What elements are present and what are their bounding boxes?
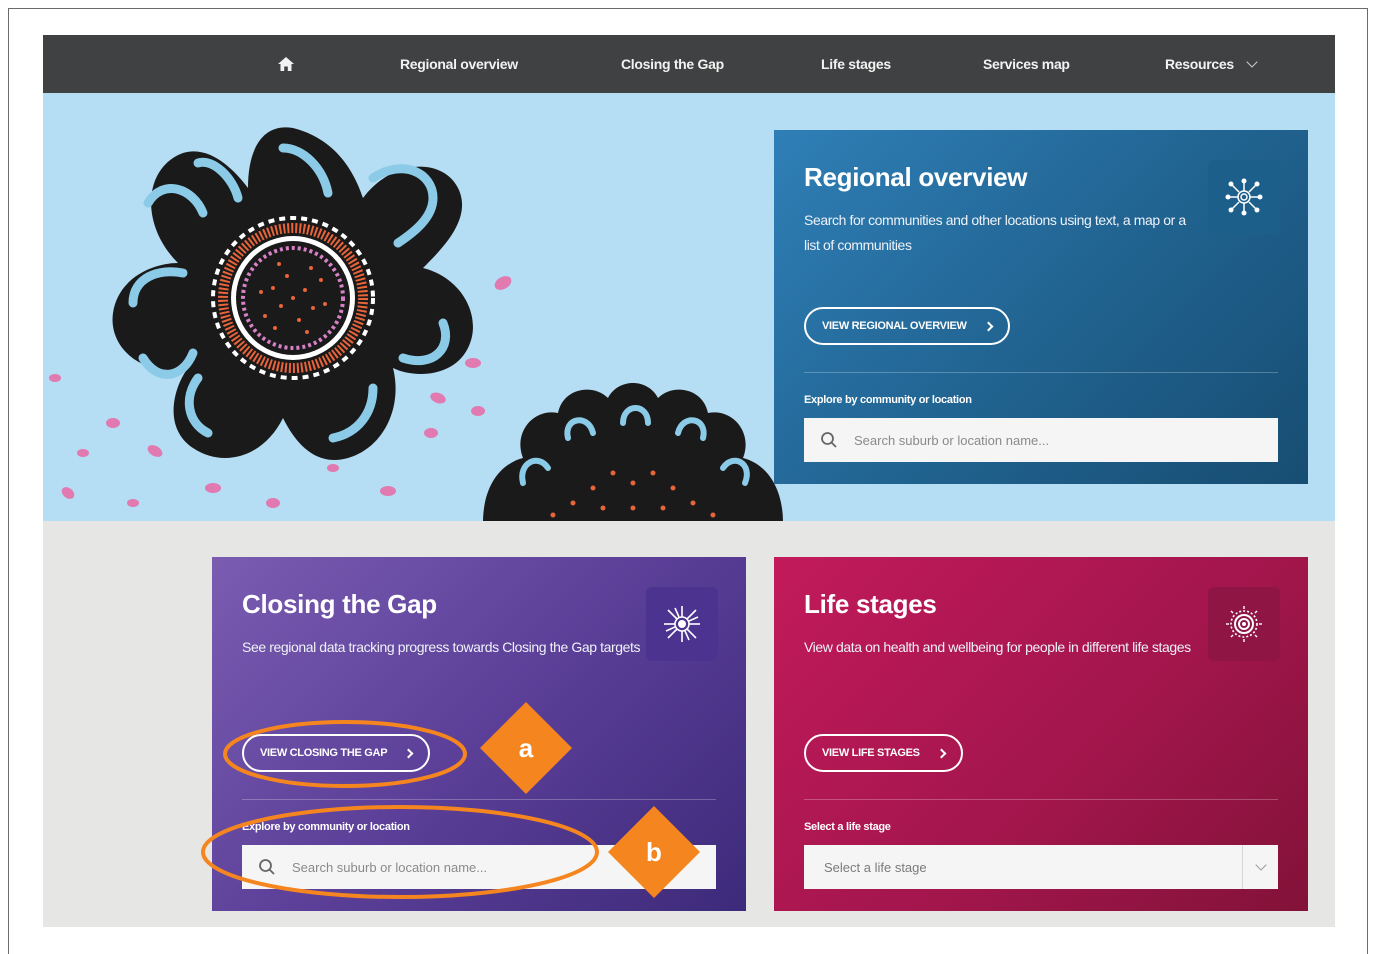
regional-search-input[interactable]	[854, 418, 1278, 462]
closing-gap-search-input[interactable]	[292, 845, 716, 889]
card-description: View data on health and wellbeing for pe…	[804, 639, 1191, 655]
regional-overview-card: Regional overview Search for communities…	[774, 130, 1308, 484]
view-closing-the-gap-button[interactable]: VIEW CLOSING THE GAP	[242, 734, 431, 772]
life-stages-card: Life stages View data on health and well…	[774, 557, 1308, 911]
closing-the-gap-card: Closing the Gap See regional data tracki…	[212, 557, 746, 911]
nav-regional-overview[interactable]: Regional overview	[400, 35, 518, 93]
nav-resources[interactable]: Resources	[1165, 35, 1258, 93]
card-description: See regional data tracking progress towa…	[242, 639, 641, 655]
concentric-circle-icon	[1208, 587, 1280, 661]
nav-closing-the-gap[interactable]: Closing the Gap	[621, 35, 724, 93]
button-label: VIEW LIFE STAGES	[822, 747, 920, 759]
button-label: VIEW CLOSING THE GAP	[260, 747, 388, 759]
select-caret[interactable]	[1242, 845, 1278, 889]
view-regional-overview-button[interactable]: VIEW REGIONAL OVERVIEW	[804, 307, 1010, 345]
chevron-right-icon	[936, 748, 947, 758]
divider	[804, 372, 1278, 373]
indigenous-flower-artwork	[49, 127, 783, 521]
field-label: Select a life stage	[804, 821, 891, 833]
burst-icon	[646, 587, 718, 661]
card-title: Life stages	[804, 589, 937, 619]
main-nav: Regional overview Closing the Gap Life s…	[43, 35, 1335, 93]
card-title: Closing the Gap	[242, 589, 437, 619]
nav-home[interactable]	[276, 35, 296, 93]
chevron-right-icon	[983, 321, 994, 331]
divider	[242, 799, 716, 800]
field-label: Explore by community or location	[804, 394, 972, 406]
search-icon	[821, 432, 837, 448]
view-life-stages-button[interactable]: VIEW LIFE STAGES	[804, 734, 963, 772]
divider	[804, 799, 1278, 800]
chevron-down-icon	[1246, 56, 1258, 68]
search-icon	[259, 859, 275, 875]
button-label: VIEW REGIONAL OVERVIEW	[822, 320, 967, 332]
chevron-right-icon	[403, 748, 414, 758]
card-description: Search for communities and other locatio…	[804, 212, 1186, 253]
home-icon	[278, 57, 294, 71]
life-stage-select[interactable]: Select a life stage	[804, 845, 1278, 889]
closing-gap-search-box	[242, 845, 716, 889]
card-title: Regional overview	[804, 162, 1028, 192]
nav-resources-label: Resources	[1165, 56, 1234, 72]
nav-life-stages[interactable]: Life stages	[821, 35, 891, 93]
field-label: Explore by community or location	[242, 821, 410, 833]
network-icon	[1208, 160, 1280, 234]
nav-services-map[interactable]: Services map	[983, 35, 1070, 93]
chevron-down-icon	[1254, 859, 1267, 871]
select-value: Select a life stage	[824, 859, 927, 875]
regional-search-box	[804, 418, 1278, 462]
website: Regional overview Closing the Gap Life s…	[43, 35, 1335, 927]
